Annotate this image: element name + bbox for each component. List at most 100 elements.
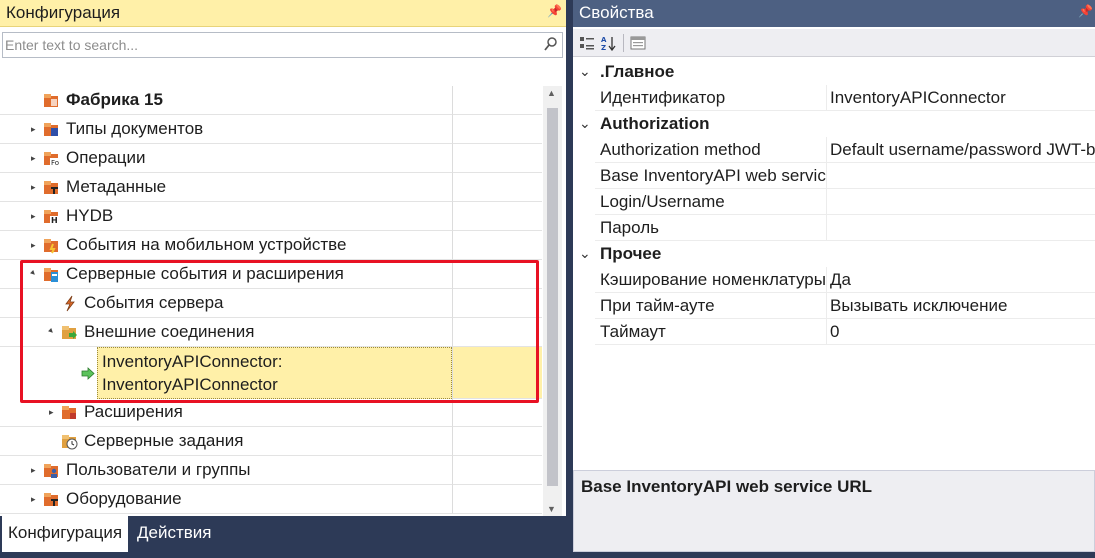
pin-icon[interactable]: 📌: [547, 4, 562, 18]
sort-alphabetical-icon[interactable]: A Z: [601, 35, 617, 51]
property-value[interactable]: InventoryAPIConnector: [830, 88, 1006, 108]
tree-node-server-events-child[interactable]: События сервера: [0, 289, 542, 318]
svg-text:Z: Z: [601, 44, 606, 51]
expand-arrow-icon[interactable]: ▸: [31, 211, 39, 221]
configuration-panel: Конфигурация 📌 Фабрика 15 ▸ Типы докумен…: [0, 0, 566, 558]
configuration-panel-header: Конфигурация 📌: [0, 0, 566, 27]
property-name: Authorization method: [600, 140, 761, 159]
mobile-events-icon: [44, 239, 58, 254]
users-groups-icon: [44, 464, 58, 478]
properties-panel-title: Свойства: [579, 3, 654, 22]
tree-node-label: Операции: [66, 148, 146, 167]
search-input[interactable]: [5, 35, 535, 55]
tree-node-label: Метаданные: [66, 177, 167, 196]
document-types-icon: [44, 123, 58, 136]
categorized-view-icon[interactable]: [579, 35, 595, 51]
property-name: Кэширование номенклатуры: [600, 270, 826, 289]
scrollbar-thumb[interactable]: [547, 108, 558, 486]
property-name: Таймаут: [600, 322, 666, 341]
properties-toolbar: A Z: [573, 29, 1095, 57]
tree-node-label: Серверные события и расширения: [66, 264, 344, 283]
tree-node-server-tasks[interactable]: Серверные задания: [0, 427, 542, 456]
panel-tab-strip: Конфигурация Действия: [0, 516, 566, 558]
property-value[interactable]: 0: [830, 322, 839, 342]
tree-node-extensions[interactable]: ▸ Расширения: [0, 398, 542, 427]
property-name: Login/Username: [600, 192, 725, 211]
tree-node-label: Серверные задания: [84, 431, 244, 450]
tree-node-metadata[interactable]: ▸ Метаданные: [0, 173, 542, 202]
expand-arrow-icon[interactable]: ▸: [49, 407, 57, 417]
tree-node-label: Фабрика 15: [66, 90, 163, 109]
tree-node-hydb[interactable]: ▸ H HYDB: [0, 202, 542, 231]
extensions-icon: [62, 406, 76, 419]
tree-node-label: Пользователи и группы: [66, 460, 251, 479]
property-value[interactable]: Default username/password JWT-b: [830, 140, 1095, 160]
svg-text:A: A: [601, 36, 607, 44]
operations-icon: Fo: [44, 152, 59, 167]
tree-node-operations[interactable]: ▸ Fo Операции: [0, 144, 542, 173]
property-name: Пароль: [600, 218, 659, 237]
config-root-icon: [44, 94, 58, 107]
property-row-authorization-method[interactable]: Authorization method Default username/pa…: [573, 137, 1095, 163]
category-main[interactable]: ⌄ .Главное: [573, 59, 1095, 85]
property-pages-icon[interactable]: [630, 35, 646, 51]
scroll-up-arrow-icon[interactable]: ▲: [547, 88, 556, 98]
category-other[interactable]: ⌄ Прочее: [573, 241, 1095, 267]
connector-arrow-icon: [81, 367, 95, 380]
property-row-on-timeout[interactable]: При тайм-ауте Вызывать исключение: [573, 293, 1095, 319]
property-row-identifier[interactable]: Идентификатор InventoryAPIConnector: [573, 85, 1095, 111]
tree-scrollbar[interactable]: ▲ ▼: [543, 86, 562, 516]
tree-node-label: HYDB: [66, 206, 114, 225]
property-description-pane: Base InventoryAPI web service URL: [573, 470, 1095, 552]
property-row-timeout[interactable]: Таймаут 0: [573, 319, 1095, 345]
configuration-tree: Фабрика 15 ▸ Типы документов ▸ Fo Операц…: [0, 86, 542, 516]
property-value[interactable]: Вызывать исключение: [830, 296, 1007, 316]
chevron-down-icon[interactable]: ⌄: [579, 115, 591, 132]
search-icon[interactable]: [544, 36, 558, 52]
tree-node-equipment[interactable]: ▸ Оборудование: [0, 485, 542, 514]
tree-node-root[interactable]: Фабрика 15: [0, 86, 542, 115]
property-name: При тайм-ауте: [600, 296, 715, 315]
category-label: Прочее: [600, 244, 662, 263]
property-row-login[interactable]: Login/Username: [573, 189, 1095, 215]
property-row-base-url[interactable]: Base InventoryAPI web service: [573, 163, 1095, 189]
server-tasks-clock-icon: [62, 435, 78, 450]
property-row-password[interactable]: Пароль: [573, 215, 1095, 241]
expand-arrow-icon[interactable]: ▸: [31, 465, 39, 475]
tree-node-label: События сервера: [84, 293, 224, 312]
expand-arrow-icon[interactable]: ▸: [31, 494, 39, 504]
property-value[interactable]: Да: [830, 270, 851, 290]
expand-arrow-icon[interactable]: ▸: [31, 240, 39, 250]
tree-node-external-connections[interactable]: ▸ Внешние соединения: [0, 318, 542, 347]
chevron-down-icon[interactable]: ⌄: [579, 63, 591, 80]
tree-node-label: Оборудование: [66, 489, 182, 508]
scroll-down-arrow-icon[interactable]: ▼: [547, 504, 556, 514]
equipment-icon: [44, 493, 58, 506]
property-name: Идентификатор: [600, 88, 726, 107]
property-row-caching[interactable]: Кэширование номенклатуры Да: [573, 267, 1095, 293]
expand-arrow-icon[interactable]: ▸: [31, 182, 39, 192]
expand-arrow-icon[interactable]: ▸: [31, 124, 39, 134]
tree-node-mobile-events[interactable]: ▸ События на мобильном устройстве: [0, 231, 542, 260]
tree-node-label: Типы документов: [66, 119, 204, 138]
expand-arrow-icon[interactable]: ▸: [31, 153, 39, 163]
svg-text:Fo: Fo: [51, 159, 59, 167]
tab-configuration[interactable]: Конфигурация: [2, 516, 129, 552]
hydb-icon: H: [44, 210, 59, 225]
server-events-icon: [44, 268, 58, 282]
property-name: Base InventoryAPI web service: [600, 166, 827, 185]
tree-node-document-types[interactable]: ▸ Типы документов: [0, 115, 542, 144]
external-connections-icon: [62, 326, 77, 339]
category-authorization[interactable]: ⌄ Authorization: [573, 111, 1095, 137]
tree-node-users-groups[interactable]: ▸ Пользователи и группы: [0, 456, 542, 485]
svg-text:H: H: [51, 216, 58, 225]
chevron-down-icon[interactable]: ⌄: [579, 245, 591, 262]
properties-panel-header: Свойства 📌: [573, 0, 1095, 27]
pin-icon[interactable]: 📌: [1078, 4, 1093, 18]
tab-actions[interactable]: Действия: [131, 516, 217, 552]
tree-node-inventory-api-connector[interactable]: InventoryAPIConnector: InventoryAPIConne…: [0, 347, 542, 399]
category-label: Authorization: [600, 114, 710, 133]
tree-node-server-events[interactable]: ▸ Серверные события и расширения: [0, 260, 542, 289]
tree-node-label: InventoryAPIConnector: InventoryAPIConne…: [102, 352, 283, 394]
property-description-text: Base InventoryAPI web service URL: [581, 477, 873, 496]
